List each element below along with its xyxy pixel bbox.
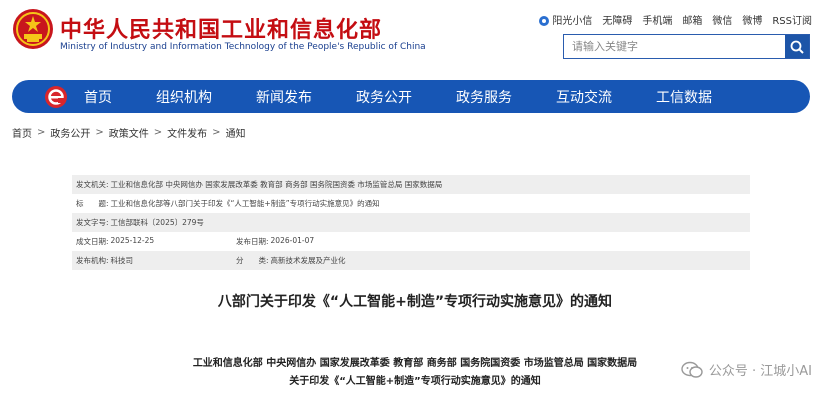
toplink-mobile[interactable]: 手机端 <box>642 12 672 27</box>
site-title: 中华人民共和国工业和信息化部 <box>60 18 383 43</box>
nav-item-news[interactable]: 新闻发布 <box>234 87 334 107</box>
sunshine-icon <box>539 16 550 26</box>
breadcrumb: 首页 > 政务公开 > 政策文件 > 文件发布 > 通知 <box>12 125 246 140</box>
toplink-accessibility[interactable]: 无障碍 <box>602 12 632 27</box>
meta-value: 2025-12-25 <box>110 236 155 245</box>
meta-label: 标 题: <box>76 199 109 208</box>
e-logo-icon <box>45 85 67 108</box>
meta-value: 工信部联科〔2025〕279号 <box>110 218 204 227</box>
toplink-weibo[interactable]: 微博 <box>742 12 762 27</box>
breadcrumb-policy[interactable]: 政策文件 <box>109 125 149 140</box>
meta-label: 发文机关: <box>76 180 109 189</box>
meta-label: 发文字号: <box>76 218 109 227</box>
breadcrumb-gov-affairs[interactable]: 政务公开 <box>50 125 90 140</box>
meta-label: 分 类: <box>236 256 269 265</box>
toplink-wechat[interactable]: 微信 <box>712 12 732 27</box>
document-meta-table: 发文机关: 工业和信息化部 中央网信办 国家发展改革委 教育部 商务部 国务院国… <box>72 175 750 270</box>
meta-label: 发布机构: <box>76 256 109 265</box>
watermark: 公众号 · 江城小AI <box>681 360 812 379</box>
watermark-text: 公众号 · 江城小AI <box>708 364 812 379</box>
nav-item-gov-affairs[interactable]: 政务公开 <box>334 87 434 107</box>
meta-row-org: 发布机构: 科技司 分 类: 高新技术发展及产业化 <box>72 251 750 270</box>
national-emblem-icon <box>13 9 53 49</box>
nav-item-organization[interactable]: 组织机构 <box>134 87 234 107</box>
meta-value: 高新技术发展及产业化 <box>270 256 346 265</box>
toplink-mail[interactable]: 邮箱 <box>682 12 702 27</box>
nav-item-home[interactable]: 首页 <box>84 87 134 107</box>
nav-item-gov-services[interactable]: 政务服务 <box>434 87 534 107</box>
toplink-rss[interactable]: RSS订阅 <box>772 12 812 27</box>
meta-cell-publish: 发布日期: 2026-01-07 <box>236 236 314 247</box>
document-title: 八部门关于印发《“人工智能+制造”专项行动实施意见》的通知 <box>217 294 613 310</box>
nav-item-data[interactable]: 工信数据 <box>634 87 734 107</box>
breadcrumb-separator: > <box>37 127 46 138</box>
site-header: 中华人民共和国工业和信息化部 Ministry of Industry and … <box>0 0 830 80</box>
meta-cell-org: 发布机构: 科技司 <box>76 255 236 266</box>
meta-value: 2026-01-07 <box>270 236 315 245</box>
meta-row-number: 发文字号: 工信部联科〔2025〕279号 <box>72 213 750 232</box>
search-box <box>563 34 810 59</box>
meta-row-issuer: 发文机关: 工业和信息化部 中央网信办 国家发展改革委 教育部 商务部 国务院国… <box>72 175 750 194</box>
meta-value: 科技司 <box>110 256 134 265</box>
breadcrumb-separator: > <box>212 127 221 138</box>
breadcrumb-current: 通知 <box>225 129 246 140</box>
breadcrumb-home[interactable]: 首页 <box>12 125 32 140</box>
search-input[interactable] <box>564 35 785 58</box>
main-nav: 首页 组织机构 新闻发布 政务公开 政务服务 互动交流 工信数据 <box>12 80 810 113</box>
breadcrumb-publish[interactable]: 文件发布 <box>167 125 207 140</box>
breadcrumb-separator: > <box>153 127 163 138</box>
search-button[interactable] <box>785 35 809 58</box>
wechat-icon <box>681 361 703 378</box>
meta-row-subject: 标 题: 工业和信息化部等八部门关于印发《“人工智能+制造”专项行动实施意见》的… <box>72 194 750 213</box>
nav-logo[interactable] <box>42 83 70 111</box>
meta-label: 发布日期: <box>236 237 269 246</box>
search-icon <box>790 40 804 54</box>
meta-cell-category: 分 类: 高新技术发展及产业化 <box>236 255 346 266</box>
meta-value: 工业和信息化部等八部门关于印发《“人工智能+制造”专项行动实施意见》的通知 <box>110 199 380 208</box>
nav-item-interaction[interactable]: 互动交流 <box>534 87 634 107</box>
meta-cell-date: 成文日期: 2025-12-25 <box>76 236 236 247</box>
breadcrumb-separator: > <box>95 127 104 138</box>
meta-value: 工业和信息化部 中央网信办 国家发展改革委 教育部 商务部 国务院国资委 市场监… <box>110 180 443 189</box>
top-links: 阳光小信 无障碍 手机端 邮箱 微信 微博 RSS订阅 <box>538 12 812 27</box>
toplink-sunshine[interactable]: 阳光小信 <box>538 12 592 27</box>
site-subtitle-en: Ministry of Industry and Information Tec… <box>60 42 426 52</box>
meta-row-dates: 成文日期: 2025-12-25 发布日期: 2026-01-07 <box>72 232 750 251</box>
toplink-label: 阳光小信 <box>552 16 593 27</box>
meta-label: 成文日期: <box>76 237 109 246</box>
